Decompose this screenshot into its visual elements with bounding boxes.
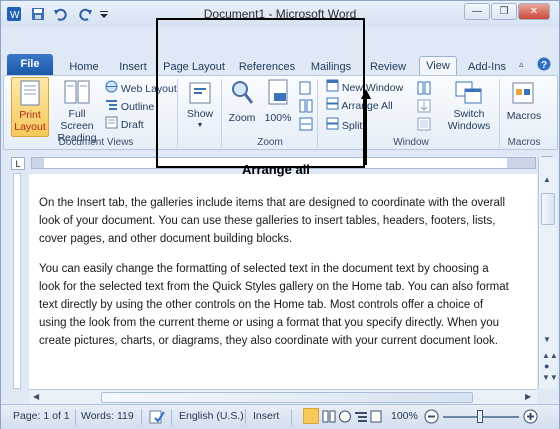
- separator: [141, 409, 142, 425]
- ruler-left-margin: [32, 158, 44, 168]
- tab-file[interactable]: File: [7, 54, 53, 75]
- full-screen-view-icon[interactable]: [322, 410, 336, 426]
- word-window: W Document1 - Microsoft Word — ❐ ✕ File …: [0, 0, 560, 429]
- group-label-document-views: Document Views: [58, 137, 134, 148]
- synchronous-scrolling-icon[interactable]: [417, 99, 431, 116]
- help-icon[interactable]: ?: [537, 57, 551, 74]
- vertical-scrollbar[interactable]: ▲ ▼ ▲▲ ● ▼▼: [538, 157, 558, 389]
- draft-icon: [105, 116, 118, 134]
- full-screen-reading-icon: [64, 80, 90, 104]
- insert-mode[interactable]: Insert: [253, 410, 279, 422]
- status-bar: Page: 1 of 1 Words: 119 English (U.S.) I…: [1, 404, 559, 429]
- vertical-ruler[interactable]: [3, 173, 27, 389]
- highlight-box: [156, 18, 365, 168]
- minimize-button[interactable]: —: [464, 3, 490, 20]
- separator: [171, 409, 172, 425]
- print-layout-label-2: Layout: [14, 121, 46, 133]
- switch-windows-icon: [455, 81, 482, 104]
- print-layout-icon: [20, 80, 40, 106]
- horizontal-scrollbar[interactable]: ◀ ▶: [29, 389, 537, 404]
- draft-label: Draft: [120, 118, 144, 131]
- paragraph-1[interactable]: On the Insert tab, the galleries include…: [39, 194, 527, 248]
- next-page-icon[interactable]: ▼▼: [542, 373, 558, 382]
- switch-windows-label-2: Windows: [447, 120, 491, 132]
- zoom-in-icon[interactable]: [523, 409, 538, 427]
- print-layout-button[interactable]: Print Layout: [11, 77, 49, 137]
- paragraph-line: You can easily change the formatting of …: [39, 263, 489, 275]
- paragraph-line: look for the selected text from the Quic…: [39, 281, 509, 293]
- outline-icon: [105, 98, 118, 116]
- paragraph-line: create pictures, charts, or diagrams, th…: [39, 335, 498, 347]
- paragraph-line: look of your document. You can use these…: [39, 215, 496, 227]
- horizontal-scroll-thumb[interactable]: [101, 392, 473, 403]
- draft-view-icon[interactable]: [370, 410, 382, 426]
- print-layout-view-icon[interactable]: [303, 408, 319, 424]
- paragraph-line: using the look from the current theme or…: [39, 317, 500, 329]
- web-layout-view-icon[interactable]: [338, 410, 352, 426]
- ruler-right-margin: [507, 158, 535, 168]
- outline-label: Outline: [120, 100, 155, 113]
- separator: [499, 79, 500, 147]
- zoom-slider-thumb[interactable]: [477, 410, 483, 423]
- tab-view[interactable]: View: [419, 56, 457, 77]
- outline-button[interactable]: Outline: [105, 98, 154, 114]
- tab-insert[interactable]: Insert: [111, 58, 155, 76]
- ribbon-collapse-icon[interactable]: ▵: [519, 59, 524, 70]
- tab-add-ins[interactable]: Add-Ins: [463, 58, 511, 76]
- zoom-level[interactable]: 100%: [391, 410, 418, 422]
- svg-text:?: ?: [541, 60, 547, 71]
- print-layout-label-1: Print: [19, 109, 41, 121]
- scroll-down-icon[interactable]: ▼: [543, 335, 551, 344]
- tab-home[interactable]: Home: [63, 58, 105, 76]
- macros-label: Macros: [506, 110, 542, 122]
- previous-page-icon[interactable]: ▲▲: [542, 351, 558, 360]
- separator: [75, 409, 76, 425]
- annotation-label: Arrange all: [242, 162, 310, 177]
- tab-selector[interactable]: L: [11, 157, 25, 170]
- outline-view-icon[interactable]: [354, 410, 368, 426]
- paragraph-line: text directly by using the other control…: [39, 299, 484, 311]
- proofing-icon[interactable]: [149, 409, 165, 428]
- group-label-window: Window: [393, 137, 429, 148]
- switch-windows-button[interactable]: Switch Windows: [444, 79, 494, 132]
- separator: [245, 409, 246, 425]
- paragraph-line: cover pages, and other document building…: [39, 233, 293, 245]
- full-screen-label-1: Full Screen: [60, 108, 94, 132]
- vertical-scroll-thumb[interactable]: [541, 193, 555, 225]
- language[interactable]: English (U.S.): [179, 410, 244, 422]
- document-page[interactable]: On the Insert tab, the galleries include…: [29, 174, 537, 389]
- browse-object-icon[interactable]: ●: [544, 361, 549, 371]
- reset-window-position-icon[interactable]: [417, 117, 431, 134]
- annotation-arrow: [359, 87, 373, 170]
- maximize-button[interactable]: ❐: [491, 3, 517, 20]
- full-screen-reading-button[interactable]: Full Screen Reading: [51, 79, 103, 144]
- zoom-out-icon[interactable]: [424, 409, 439, 427]
- macros-button[interactable]: Macros: [503, 81, 545, 122]
- macros-icon: [512, 82, 534, 104]
- word-count[interactable]: Words: 119: [81, 410, 134, 422]
- paragraph-2[interactable]: You can easily change the formatting of …: [39, 260, 527, 350]
- scroll-left-icon[interactable]: ◀: [33, 392, 39, 401]
- switch-windows-label-1: Switch: [453, 108, 485, 120]
- group-label-macros: Macros: [507, 137, 541, 148]
- scroll-up-icon[interactable]: ▲: [543, 175, 551, 184]
- paragraph-line: On the Insert tab, the galleries include…: [39, 197, 506, 209]
- scroll-right-icon[interactable]: ▶: [525, 392, 531, 401]
- separator: [291, 409, 292, 425]
- draft-button[interactable]: Draft: [105, 116, 144, 132]
- web-layout-icon: [105, 80, 118, 98]
- close-button[interactable]: ✕: [518, 3, 550, 20]
- view-side-by-side-icon[interactable]: [417, 81, 431, 98]
- page-count[interactable]: Page: 1 of 1: [13, 410, 70, 422]
- tab-review[interactable]: Review: [365, 58, 411, 76]
